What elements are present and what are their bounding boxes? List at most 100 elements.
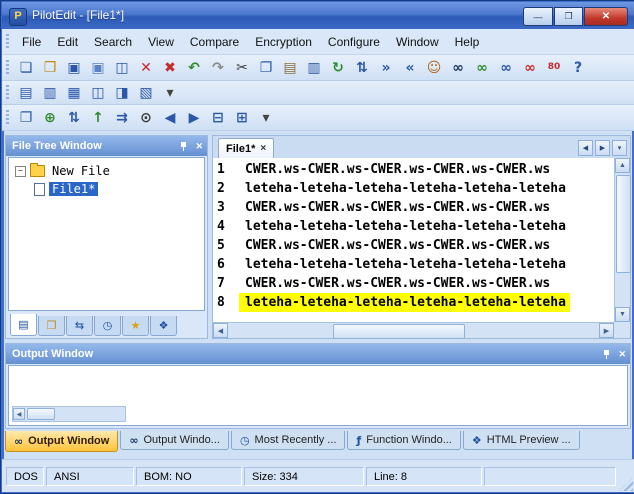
save-file-button[interactable]: ▣ [62, 56, 86, 80]
user-account-button[interactable]: ☺ [422, 56, 446, 80]
toolbar1-grip-handle[interactable] [6, 60, 9, 76]
tab-scroll-left-button[interactable]: ◀ [578, 140, 593, 156]
output-close-icon[interactable]: ✕ [618, 344, 626, 364]
save-all-button[interactable]: ◫ [110, 56, 134, 80]
expand-all-button[interactable]: ⊞ [230, 106, 254, 130]
tab-output-window[interactable]: ∞Output Window [5, 431, 118, 452]
maximize-button[interactable]: ❐ [554, 7, 583, 26]
code-text[interactable]: leteha-leteha-leteha-leteha-leteha-leteh… [239, 293, 570, 312]
more-tools-button[interactable]: ▾ [254, 106, 278, 130]
tree-expander-icon[interactable]: − [15, 166, 26, 177]
previous-difference-button[interactable]: « [398, 56, 422, 80]
sort-lines-button[interactable]: ⇅ [350, 56, 374, 80]
close-all-files-button[interactable]: ✖ [158, 56, 182, 80]
column-80-button[interactable]: 80 [542, 56, 566, 80]
close-file-button[interactable]: ✕ [134, 56, 158, 80]
cut-button[interactable]: ✂ [230, 56, 254, 80]
reload-file-button[interactable]: ↻ [326, 56, 350, 80]
copy-line-button[interactable]: ❐ [14, 106, 38, 130]
tree-item-label[interactable]: File1* [49, 182, 98, 196]
toolbar-options-button[interactable]: ▾ [158, 81, 182, 105]
find-next-button[interactable]: ∞ [470, 56, 494, 80]
menu-encryption[interactable]: Encryption [247, 31, 320, 53]
replace-button[interactable]: ∞ [518, 56, 542, 80]
help-button[interactable]: ? [566, 56, 590, 80]
open-documents-tab[interactable]: ❖ [150, 316, 177, 336]
indent-lines-button[interactable]: ⇉ [110, 106, 134, 130]
toolbar3-grip-handle[interactable] [6, 110, 9, 126]
output-pin-icon[interactable] [602, 349, 611, 360]
open-in-browser-button[interactable]: ⊕ [38, 106, 62, 130]
sort-ascending-button[interactable]: ⇅ [62, 106, 86, 130]
menu-edit[interactable]: Edit [49, 31, 86, 53]
menu-view[interactable]: View [140, 31, 182, 53]
tab-function-window[interactable]: ƒFunction Windo... [347, 431, 460, 450]
output-scroll-left-icon[interactable]: ◀ [13, 408, 25, 420]
tab-scroll-right-button[interactable]: ▶ [595, 140, 610, 156]
collapse-all-button[interactable]: ⊟ [206, 106, 230, 130]
split-window-horizontal-button[interactable]: ◫ [86, 81, 110, 105]
output-horizontal-scrollbar[interactable]: ◀ [12, 406, 126, 422]
pin-icon[interactable] [179, 141, 188, 152]
toggle-document-tabs-button[interactable]: ▧ [134, 81, 158, 105]
shift-left-button[interactable]: ◀ [158, 106, 182, 130]
tab-html-preview[interactable]: ❖HTML Preview ... [463, 431, 580, 450]
minimize-button[interactable]: — [523, 7, 553, 26]
toolbar2-grip-handle[interactable] [6, 85, 9, 101]
open-file-button[interactable]: ❒ [38, 56, 62, 80]
undo-button[interactable]: ↶ [182, 56, 206, 80]
document-tab-file1[interactable]: File1* × [218, 138, 274, 158]
tree-item[interactable]: File1* [9, 180, 204, 198]
tab-close-icon[interactable]: × [260, 143, 266, 154]
zoom-button[interactable]: ⊙ [134, 106, 158, 130]
paste-button[interactable]: ▤ [278, 56, 302, 80]
next-difference-button[interactable]: » [374, 56, 398, 80]
folders-tab[interactable]: ❒ [38, 316, 65, 336]
editor-vertical-scrollbar[interactable]: ▲ ▼ [614, 158, 630, 322]
horizontal-scroll-thumb[interactable] [333, 324, 465, 339]
output-header[interactable]: Output Window ✕ [6, 344, 630, 364]
save-as-button[interactable]: ▣ [86, 56, 110, 80]
menu-grip-handle[interactable] [6, 34, 9, 50]
menu-help[interactable]: Help [447, 31, 488, 53]
code-text[interactable]: leteha-leteha-leteha-leteha-leteha-leteh… [239, 179, 570, 198]
tree-item-label[interactable]: New File [49, 164, 113, 178]
title-bar[interactable]: P PilotEdit - [File1*] — ❐ ✕ [2, 2, 634, 29]
tab-most-recently-used[interactable]: ◷Most Recently ... [231, 431, 346, 450]
editor-text-area[interactable]: 1CWER.ws-CWER.ws-CWER.ws-CWER.ws-CWER.ws… [213, 158, 614, 322]
file-tree-tab[interactable]: ▤ [10, 314, 37, 336]
select-block-button[interactable]: ▥ [302, 56, 326, 80]
find-button[interactable]: ∞ [446, 56, 470, 80]
find-in-files-button[interactable]: ∞ [494, 56, 518, 80]
toggle-ftp-window-button[interactable]: ▥ [38, 81, 62, 105]
shift-right-button[interactable]: ▶ [182, 106, 206, 130]
tab-list-button[interactable]: ▾ [612, 140, 627, 156]
menu-search[interactable]: Search [86, 31, 140, 53]
code-text[interactable]: CWER.ws-CWER.ws-CWER.ws-CWER.ws-CWER.ws [239, 274, 554, 293]
copy-button[interactable]: ❐ [254, 56, 278, 80]
tree-item[interactable]: − New File [9, 162, 204, 180]
toggle-file-tree-window-button[interactable]: ▤ [14, 81, 38, 105]
file-tree-header[interactable]: File Tree Window ✕ [6, 136, 207, 156]
vertical-scroll-thumb[interactable] [616, 175, 631, 273]
new-file-button[interactable]: ❏ [14, 56, 38, 80]
menu-compare[interactable]: Compare [182, 31, 247, 53]
menu-file[interactable]: File [14, 31, 49, 53]
code-text[interactable]: CWER.ws-CWER.ws-CWER.ws-CWER.ws-CWER.ws [239, 198, 554, 217]
tab-output-window-2[interactable]: ∞Output Windo... [120, 431, 229, 450]
scroll-right-icon[interactable]: ▶ [599, 323, 614, 338]
ftp-tab[interactable]: ⇆ [66, 316, 93, 336]
move-line-up-button[interactable]: ↑ [86, 106, 110, 130]
close-button[interactable]: ✕ [584, 7, 628, 26]
scroll-down-icon[interactable]: ▼ [615, 307, 630, 322]
recent-files-tab[interactable]: ◷ [94, 316, 121, 336]
code-text[interactable]: leteha-leteha-leteha-leteha-leteha-leteh… [239, 255, 570, 274]
menu-configure[interactable]: Configure [320, 31, 388, 53]
favorites-tab[interactable]: ★ [122, 316, 149, 336]
code-text[interactable]: CWER.ws-CWER.ws-CWER.ws-CWER.ws-CWER.ws [239, 236, 554, 255]
output-scroll-thumb[interactable] [27, 408, 55, 420]
code-text[interactable]: leteha-leteha-leteha-leteha-leteha-leteh… [239, 217, 570, 236]
scroll-left-icon[interactable]: ◀ [213, 323, 228, 338]
panel-close-icon[interactable]: ✕ [195, 136, 203, 156]
code-text[interactable]: CWER.ws-CWER.ws-CWER.ws-CWER.ws-CWER.ws [239, 160, 554, 179]
